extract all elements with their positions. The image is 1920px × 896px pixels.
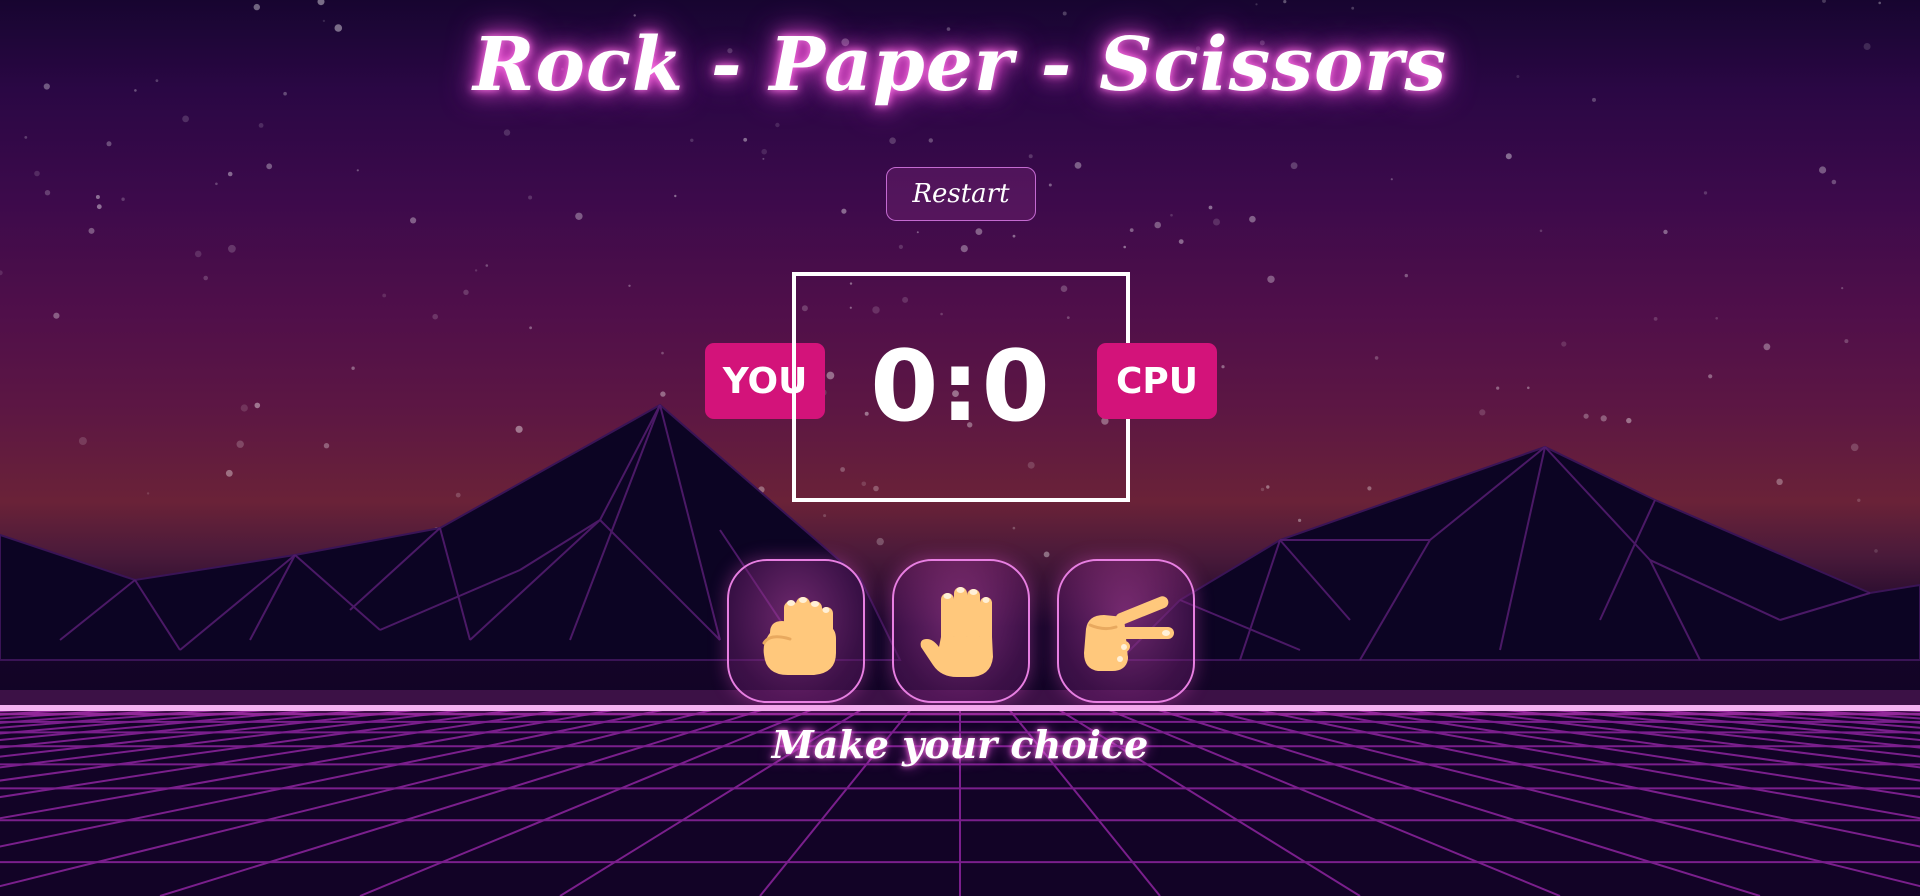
right-mountain (1117, 445, 1920, 661)
restart-button[interactable]: Restart (886, 167, 1036, 221)
score-value: 0:0 (870, 330, 1052, 444)
scissors-hand-icon (1084, 596, 1174, 671)
paper-button[interactable] (892, 559, 1030, 703)
rock-hand-icon (762, 597, 836, 675)
horizon-line (0, 705, 1920, 711)
rock-button[interactable] (727, 559, 865, 703)
scoreboard: 0:0 (792, 272, 1130, 502)
scissors-button[interactable] (1057, 559, 1195, 703)
status-message: Make your choice (771, 722, 1149, 767)
paper-hand-icon (920, 587, 993, 677)
cpu-label: CPU (1097, 343, 1217, 419)
page-title: Rock - Paper - Scissors (472, 22, 1447, 108)
